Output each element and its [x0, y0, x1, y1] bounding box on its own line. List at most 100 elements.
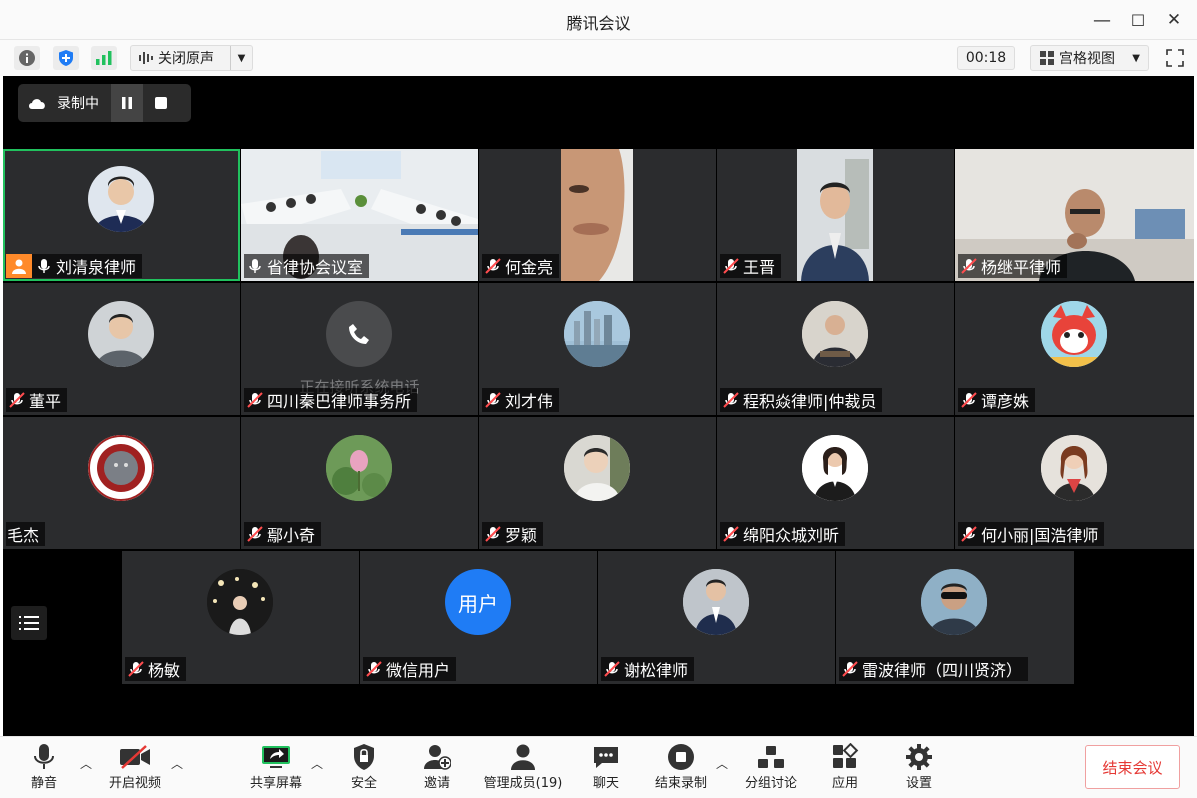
participant-name: 董平 — [29, 392, 62, 411]
participant-tile[interactable]: 鄢小奇 — [241, 417, 478, 549]
participant-tile[interactable]: 绵阳众城刘昕 — [717, 417, 954, 549]
view-mode-selector[interactable]: 宫格视图 ▼ — [1030, 45, 1149, 71]
participant-label: 何金亮 — [482, 254, 560, 278]
bottom-control-bar: 静音 ︿ 开启视频 ︿ 共享屏幕 ︿ 安全 邀请 管理成员(19) 聊天 结束录… — [0, 736, 1197, 798]
participant-label: 毛杰 — [6, 522, 46, 546]
invite-button[interactable]: 邀请 — [416, 742, 458, 796]
maximize-button[interactable]: ☐ — [1125, 8, 1151, 32]
microphone-muted-icon — [842, 661, 858, 677]
participant-label: 微信用户 — [363, 657, 457, 681]
avatar — [88, 435, 154, 501]
participant-name: 鄢小奇 — [267, 526, 316, 545]
microphone-icon — [34, 744, 54, 769]
participant-tile[interactable]: 杨继平律师 — [955, 149, 1194, 281]
participant-tile[interactable]: 谢松律师 — [598, 551, 835, 684]
microphone-muted-icon — [366, 661, 382, 677]
participant-name: 绵阳众城刘昕 — [743, 526, 840, 545]
participant-tile[interactable]: 正在接听系统电话 四川秦巴律师事务所 — [241, 283, 478, 415]
pause-recording-button[interactable] — [111, 84, 143, 122]
participant-tile[interactable]: 雷波律师（四川贤济） — [836, 551, 1074, 684]
end-meeting-button[interactable]: 结束会议 — [1085, 745, 1180, 789]
close-button[interactable]: ✕ — [1161, 8, 1187, 32]
meeting-info-button[interactable] — [14, 46, 40, 70]
participant-name: 何金亮 — [505, 258, 554, 277]
security-status-button[interactable] — [53, 46, 79, 70]
chat-button[interactable]: 聊天 — [585, 742, 627, 796]
microphone-muted-icon — [961, 258, 977, 274]
microphone-muted-icon — [723, 392, 739, 408]
avatar — [921, 569, 987, 635]
window-title: 腾讯会议 — [566, 14, 631, 33]
chevron-up-icon[interactable]: ︿ — [311, 755, 323, 772]
title-bar: 腾讯会议 — ☐ ✕ — [0, 0, 1197, 40]
participant-tile[interactable]: 程积焱律师|仲裁员 — [717, 283, 954, 415]
phone-avatar — [326, 301, 392, 367]
chevron-up-icon[interactable]: ︿ — [80, 755, 92, 772]
stop-recording-button[interactable] — [143, 84, 179, 122]
participant-tile[interactable]: 董平 — [3, 283, 240, 415]
members-icon — [511, 744, 535, 770]
chat-icon — [594, 747, 618, 768]
participant-tile[interactable]: 罗颖 — [479, 417, 716, 549]
start-video-button[interactable]: 开启视频 — [104, 742, 166, 796]
chevron-down-icon: ▼ — [1132, 52, 1140, 64]
security-button[interactable]: 安全 — [343, 742, 385, 796]
participant-name: 谢松律师 — [624, 661, 689, 680]
participant-label: 刘清泉律师 — [6, 254, 143, 278]
stop-recording-control[interactable]: 结束录制 — [650, 742, 712, 796]
original-sound-toggle[interactable]: 关闭原声 ▼ — [130, 45, 253, 71]
participant-tile[interactable]: 毛杰 — [3, 417, 240, 549]
participant-tile[interactable]: 用户 微信用户 — [360, 551, 597, 684]
avatar — [564, 435, 630, 501]
stop-icon — [155, 97, 167, 109]
close-icon: ✕ — [1166, 10, 1182, 30]
participant-name: 毛杰 — [7, 526, 40, 545]
participant-name: 谭彦姝 — [981, 392, 1030, 411]
microphone-muted-icon — [128, 661, 144, 677]
apps-button[interactable]: 应用 — [824, 742, 866, 796]
participant-label: 王晋 — [720, 254, 782, 278]
top-toolbar: 关闭原声 ▼ 00:18 宫格视图 ▼ — [0, 40, 1197, 76]
microphone-muted-icon — [247, 526, 263, 542]
minimize-button[interactable]: — — [1089, 8, 1115, 32]
participant-tile[interactable]: 刘才伟 — [479, 283, 716, 415]
maximize-icon: ☐ — [1130, 10, 1146, 30]
fullscreen-button[interactable] — [1163, 46, 1187, 70]
share-screen-button[interactable]: 共享屏幕 — [245, 742, 307, 796]
participant-tile[interactable]: 谭彦姝 — [955, 283, 1194, 415]
participant-tile[interactable]: 何金亮 — [479, 149, 716, 281]
chevron-up-icon[interactable]: ︿ — [171, 755, 183, 772]
chevron-down-icon[interactable]: ▼ — [230, 46, 252, 70]
share-screen-label: 共享屏幕 — [249, 776, 302, 791]
stop-recording-label: 结束录制 — [654, 776, 707, 791]
shield-lock-icon — [354, 744, 374, 770]
manage-members-button[interactable]: 管理成员(19) — [480, 742, 566, 796]
text-avatar: 用户 — [445, 569, 511, 635]
participant-tile[interactable]: 何小丽|国浩律师 — [955, 417, 1194, 549]
settings-button[interactable]: 设置 — [898, 742, 940, 796]
settings-label: 设置 — [905, 776, 932, 791]
participant-tile[interactable]: 省律协会议室 — [241, 149, 478, 281]
apps-icon — [833, 743, 859, 768]
start-video-label: 开启视频 — [108, 776, 161, 791]
view-mode-label: 宫格视图 — [1059, 51, 1115, 67]
list-icon — [19, 616, 39, 630]
breakout-icon — [758, 746, 784, 768]
participant-label: 罗颖 — [482, 522, 544, 546]
security-label: 安全 — [350, 776, 377, 791]
member-list-toggle[interactable] — [11, 606, 47, 640]
participant-label: 谭彦姝 — [958, 388, 1036, 412]
participant-label: 绵阳众城刘昕 — [720, 522, 846, 546]
participant-tile[interactable]: 王晋 — [717, 149, 954, 281]
participant-name: 四川秦巴律师事务所 — [267, 392, 412, 411]
avatar — [564, 301, 630, 367]
participant-tile[interactable]: 刘清泉律师 — [3, 149, 240, 281]
participant-tile[interactable]: 杨敏 — [122, 551, 359, 684]
breakout-rooms-button[interactable]: 分组讨论 — [740, 742, 802, 796]
microphone-muted-icon — [9, 392, 25, 408]
mute-button[interactable]: 静音 — [22, 742, 66, 796]
mute-label: 静音 — [30, 776, 57, 791]
network-status-button[interactable] — [91, 46, 117, 70]
chevron-up-icon[interactable]: ︿ — [716, 755, 728, 772]
record-stop-icon — [668, 744, 694, 770]
